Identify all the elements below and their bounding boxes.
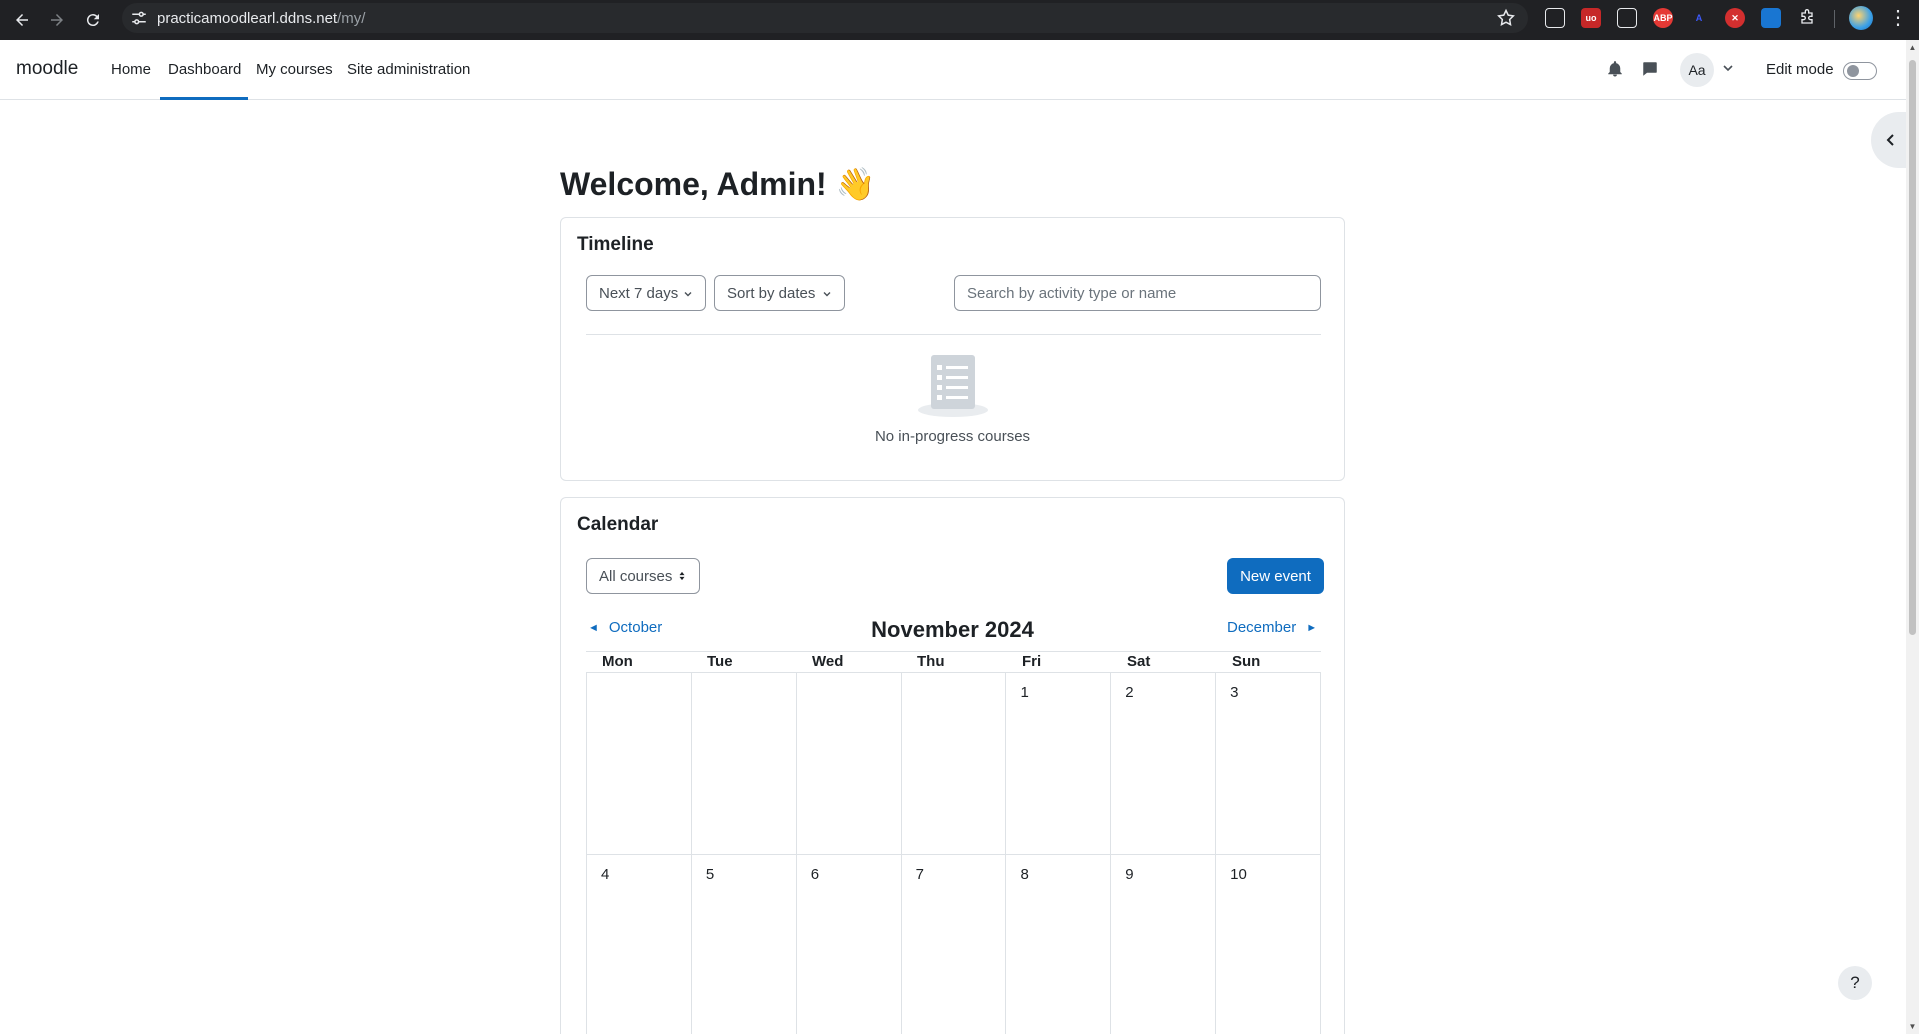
timeline-search-input[interactable] [954, 275, 1321, 311]
scrollbar-thumb[interactable] [1909, 60, 1916, 635]
user-avatar[interactable]: Aa [1680, 53, 1714, 87]
page-title: Welcome, Admin! 👋 [560, 165, 875, 203]
weekday-label: Sat [1111, 652, 1216, 672]
toolbar-separator [1834, 10, 1835, 28]
calendar-day-cell[interactable]: 9 [1110, 855, 1215, 1034]
close-extension-icon[interactable]: ✕ [1725, 8, 1745, 28]
recorder-extension-icon[interactable] [1617, 8, 1637, 28]
day-number[interactable]: 2 [1125, 684, 1133, 701]
empty-courses-illustration-icon [917, 353, 989, 417]
site-brand[interactable]: moodle [16, 58, 78, 80]
edit-mode-label: Edit mode [1766, 61, 1834, 78]
page-scrollbar[interactable]: ▲ ▼ [1906, 40, 1919, 1034]
timeline-day-filter[interactable]: Next 7 days [586, 275, 706, 311]
calendar-course-filter[interactable]: All courses [586, 558, 700, 594]
toggle-knob [1847, 65, 1859, 77]
arrow-right-icon: ► [1306, 622, 1317, 634]
nav-site-administration[interactable]: Site administration [347, 61, 470, 78]
site-navbar: moodle Home Dashboard My courses Site ad… [0, 40, 1906, 100]
day-number[interactable]: 3 [1230, 684, 1238, 701]
bookmark-star-icon[interactable] [1496, 8, 1516, 28]
weekday-label: Thu [901, 652, 1006, 672]
weekday-label: Wed [796, 652, 901, 672]
active-nav-indicator [160, 97, 248, 100]
weekday-label: Tue [691, 652, 796, 672]
edit-mode-toggle[interactable] [1843, 62, 1877, 80]
chevron-down-icon [683, 289, 693, 299]
day-number[interactable]: 4 [601, 866, 609, 883]
nav-home[interactable]: Home [111, 61, 151, 78]
calendar-day-cell[interactable]: 5 [691, 855, 796, 1034]
calendar-day-cell[interactable] [901, 673, 1006, 854]
nav-my-courses[interactable]: My courses [256, 61, 333, 78]
calendar-week-row: 1 2 3 [586, 673, 1321, 855]
back-icon[interactable] [8, 6, 36, 34]
browser-menu-icon[interactable]: ⋮ [1886, 6, 1910, 30]
calendar-day-cell[interactable]: 7 [901, 855, 1006, 1034]
forward-icon[interactable] [43, 6, 71, 34]
day-number[interactable]: 8 [1020, 866, 1028, 883]
notifications-bell-icon[interactable] [1606, 60, 1624, 78]
scroll-down-icon[interactable]: ▼ [1908, 1022, 1917, 1031]
calendar-course-filter-label: All courses [599, 568, 672, 585]
calendar-title: Calendar [577, 514, 658, 536]
open-block-drawer-button[interactable] [1871, 112, 1911, 168]
calendar-day-cell[interactable] [691, 673, 796, 854]
calendar-day-cell[interactable]: 3 [1215, 673, 1321, 854]
nav-dashboard[interactable]: Dashboard [168, 61, 241, 78]
timeline-day-filter-label: Next 7 days [599, 285, 678, 302]
chevron-down-icon[interactable] [1722, 62, 1734, 74]
calendar-day-cell[interactable]: 2 [1110, 673, 1215, 854]
timeline-sort-label: Sort by dates [727, 285, 815, 302]
day-number[interactable]: 5 [706, 866, 714, 883]
new-event-button[interactable]: New event [1227, 558, 1324, 594]
chevron-left-icon [1883, 132, 1899, 148]
calendar-grid: Mon Tue Wed Thu Fri Sat Sun 1 2 3 4 5 6 … [586, 651, 1321, 1034]
timeline-title: Timeline [577, 234, 654, 256]
puzzle-extensions-icon[interactable] [1797, 8, 1817, 28]
url-path: /my/ [337, 10, 365, 27]
url-text: practicamoodlearl.ddns.net/my/ [157, 10, 365, 27]
url-host: practicamoodlearl.ddns.net [157, 10, 337, 27]
day-number[interactable]: 1 [1020, 684, 1028, 701]
weekday-label: Sun [1216, 652, 1321, 672]
weekday-label: Fri [1006, 652, 1111, 672]
calendar-day-cell[interactable]: 10 [1215, 855, 1321, 1034]
ublock-extension-icon[interactable]: uo [1581, 8, 1601, 28]
adblock-plus-extension-icon[interactable]: ABP [1653, 8, 1673, 28]
weekday-label: Mon [586, 652, 691, 672]
timeline-empty-message: No in-progress courses [561, 428, 1344, 445]
timeline-block: Timeline Next 7 days Sort by dates No in… [560, 217, 1345, 481]
timeline-sort-filter[interactable]: Sort by dates [714, 275, 845, 311]
calendar-day-cell[interactable]: 4 [586, 855, 691, 1034]
address-bar[interactable]: practicamoodlearl.ddns.net/my/ [122, 3, 1528, 33]
calendar-day-cell[interactable]: 8 [1005, 855, 1110, 1034]
profile-avatar-icon[interactable] [1849, 6, 1873, 30]
day-number[interactable]: 9 [1125, 866, 1133, 883]
chevron-down-icon [822, 289, 832, 299]
sort-arrows-icon [677, 571, 687, 581]
day-number[interactable]: 7 [916, 866, 924, 883]
timeline-divider [586, 334, 1321, 335]
browser-toolbar: practicamoodlearl.ddns.net/my/ uo ABP A … [0, 0, 1919, 40]
next-month-label: December [1227, 619, 1296, 636]
calendar-weekday-header: Mon Tue Wed Thu Fri Sat Sun [586, 651, 1321, 673]
calendar-day-cell[interactable] [586, 673, 691, 854]
help-button[interactable]: ? [1838, 966, 1872, 1000]
translate-extension-icon[interactable]: A [1689, 8, 1709, 28]
reload-icon[interactable] [79, 6, 107, 34]
day-number[interactable]: 10 [1230, 866, 1247, 883]
screenshot-extension-icon[interactable] [1761, 8, 1781, 28]
site-info-icon[interactable] [130, 9, 148, 27]
calendar-week-row: 4 5 6 7 8 9 10 [586, 855, 1321, 1034]
scroll-up-icon[interactable]: ▲ [1908, 43, 1917, 52]
calendar-day-cell[interactable]: 6 [796, 855, 901, 1034]
calendar-block: Calendar All courses New event ◄ October… [560, 497, 1345, 1034]
calendar-day-cell[interactable] [796, 673, 901, 854]
calendar-day-cell[interactable]: 1 [1005, 673, 1110, 854]
image-extension-icon[interactable] [1545, 8, 1565, 28]
next-month-link[interactable]: December ► [1227, 619, 1317, 636]
day-number[interactable]: 6 [811, 866, 819, 883]
messages-chat-icon[interactable] [1641, 60, 1659, 78]
